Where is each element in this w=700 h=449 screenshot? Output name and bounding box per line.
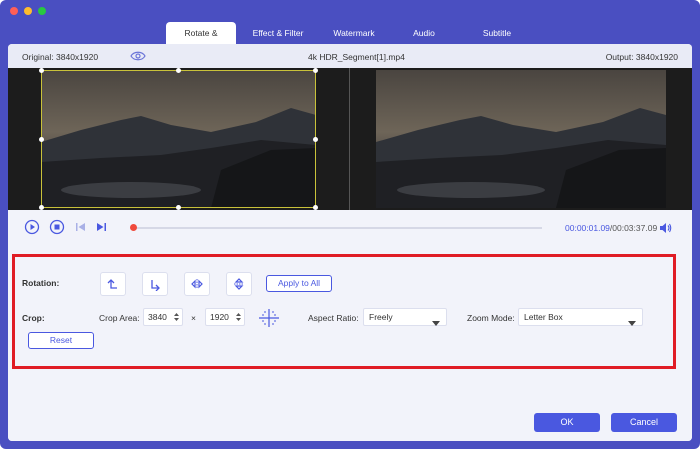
- playback-controls: 00:00:01.09/00:03:37.09: [8, 210, 692, 246]
- chevron-down-icon: [432, 315, 440, 331]
- info-bar: Original: 3840x1920 4k HDR_Segment[1].mp…: [8, 44, 692, 68]
- output-video-frame: [376, 70, 666, 208]
- reset-button[interactable]: Reset: [28, 332, 94, 349]
- play-icon[interactable]: [24, 219, 40, 237]
- rotate-crop-panel: Original: 3840x1920 4k HDR_Segment[1].mp…: [8, 44, 692, 441]
- crop-handle[interactable]: [313, 68, 318, 73]
- crop-height-field[interactable]: 1920: [205, 308, 245, 326]
- rotate-right-button[interactable]: [142, 272, 168, 296]
- zoom-window-button[interactable]: [38, 7, 46, 15]
- dialog-footer: OK Cancel: [8, 406, 692, 441]
- flip-vertical-button[interactable]: [226, 272, 252, 296]
- tab-rotate-crop[interactable]: Rotate & Crop: [166, 22, 236, 60]
- crop-handle[interactable]: [39, 137, 44, 142]
- file-name: 4k HDR_Segment[1].mp4: [308, 52, 405, 62]
- tab-subtitle[interactable]: Subtitle: [460, 22, 534, 44]
- editor-window: Rotate & Crop Effect & Filter Watermark …: [0, 0, 700, 449]
- minimize-window-button[interactable]: [24, 7, 32, 15]
- rotation-label: Rotation:: [22, 278, 60, 288]
- total-time: /00:03:37.09: [609, 223, 658, 233]
- ok-button[interactable]: OK: [534, 413, 600, 432]
- edit-settings: Rotation: Apply to All Crop: Crop Area:: [8, 246, 692, 406]
- chevron-down-icon: [628, 315, 636, 331]
- crop-label: Crop:: [22, 313, 45, 323]
- rotate-right-icon: [151, 280, 160, 291]
- rotate-left-button[interactable]: [100, 272, 126, 296]
- highlight-annotation: Rotation: Apply to All Crop: Crop Area:: [12, 254, 676, 369]
- volume-icon[interactable]: [658, 221, 672, 237]
- output-resolution: Output: 3840x1920: [605, 52, 678, 62]
- progress-track[interactable]: [132, 227, 542, 229]
- cancel-button[interactable]: Cancel: [611, 413, 677, 432]
- crop-width-field[interactable]: 3840: [143, 308, 183, 326]
- aspect-ratio-select[interactable]: Freely: [363, 308, 447, 326]
- current-time: 00:00:01.09: [565, 223, 610, 233]
- prev-icon[interactable]: [74, 219, 88, 237]
- close-window-button[interactable]: [10, 7, 18, 15]
- zoom-mode-label: Zoom Mode:: [467, 313, 515, 323]
- crop-frame[interactable]: [39, 68, 318, 210]
- preview-divider: [349, 68, 350, 210]
- aspect-ratio-value: Freely: [369, 312, 393, 322]
- flip-vertical-icon: [234, 278, 244, 290]
- stop-icon[interactable]: [49, 219, 65, 237]
- flip-horizontal-icon: [191, 279, 203, 289]
- crop-handle[interactable]: [39, 68, 44, 73]
- zoom-mode-value: Letter Box: [524, 312, 563, 322]
- original-resolution: Original: 3840x1920: [22, 52, 99, 62]
- time-display: 00:00:01.09/00:03:37.09: [565, 223, 657, 233]
- tab-watermark[interactable]: Watermark: [320, 22, 388, 44]
- eye-icon[interactable]: [130, 50, 146, 64]
- apply-to-all-button[interactable]: Apply to All: [266, 275, 332, 292]
- times-symbol: ×: [191, 313, 196, 323]
- spinner-icon[interactable]: [235, 311, 242, 328]
- next-icon[interactable]: [94, 219, 108, 237]
- video-preview: [8, 68, 692, 210]
- aspect-ratio-label: Aspect Ratio:: [308, 313, 359, 323]
- window-controls: [10, 7, 46, 15]
- tab-bar: Rotate & Crop Effect & Filter Watermark …: [166, 22, 534, 60]
- spinner-icon[interactable]: [173, 311, 180, 328]
- crop-area-label: Crop Area:: [99, 313, 140, 323]
- flip-horizontal-button[interactable]: [184, 272, 210, 296]
- crop-handle[interactable]: [313, 137, 318, 142]
- tab-effect-filter[interactable]: Effect & Filter: [236, 22, 320, 44]
- crop-width-value: 3840: [148, 312, 167, 322]
- zoom-mode-select[interactable]: Letter Box: [518, 308, 643, 326]
- crop-center-icon[interactable]: [258, 308, 280, 330]
- rotate-left-icon: [107, 279, 117, 289]
- progress-handle[interactable]: [130, 224, 137, 231]
- crop-height-value: 1920: [210, 312, 229, 322]
- tab-audio[interactable]: Audio: [388, 22, 460, 44]
- crop-handle[interactable]: [176, 68, 181, 73]
